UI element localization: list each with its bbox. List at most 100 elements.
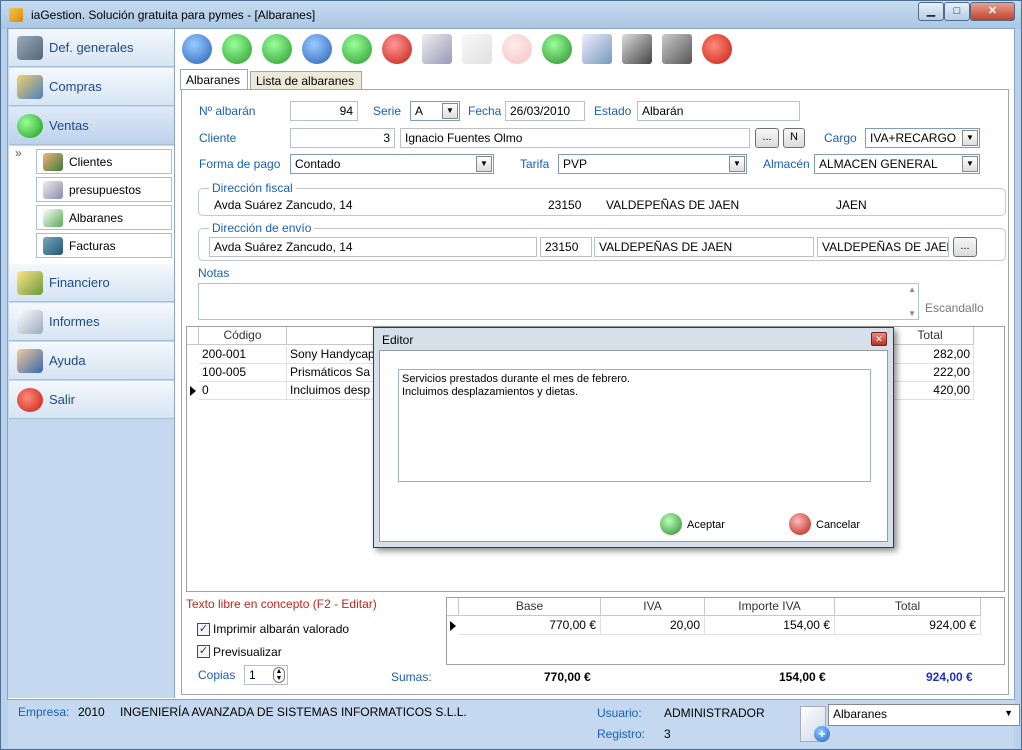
serie-select[interactable]: A ▼: [410, 101, 460, 121]
cancel-record-icon[interactable]: [502, 34, 532, 64]
first-record-icon[interactable]: [182, 34, 212, 64]
grid-header-codigo[interactable]: Código: [199, 327, 287, 345]
envio-lookup-button[interactable]: ...: [953, 237, 977, 257]
previous-record-icon[interactable]: [222, 34, 252, 64]
grid-cell-total[interactable]: 222,00: [887, 364, 974, 382]
filter-icon[interactable]: [622, 34, 652, 64]
grid-cell-code[interactable]: 100-005: [199, 364, 287, 382]
copias-stepper[interactable]: 1 ▲ ▼: [244, 665, 288, 685]
envio-province-field[interactable]: VALDEPEÑAS DE JAEN: [817, 237, 949, 257]
sidebar-item-label: Ayuda: [49, 353, 86, 368]
next-record-icon[interactable]: [262, 34, 292, 64]
delivery-note-icon: [43, 209, 63, 227]
cancelar-label: Cancelar: [816, 519, 861, 531]
green-ball-icon: [17, 114, 43, 138]
sidebar-subitem-facturas[interactable]: Facturas: [36, 233, 172, 258]
totals-header-iva: IVA: [601, 598, 705, 616]
envio-city-field[interactable]: VALDEPEÑAS DE JAEN: [594, 237, 814, 257]
estado-field[interactable]: Albarán: [637, 101, 800, 121]
search-icon[interactable]: [582, 34, 612, 64]
sidebar-item-ventas[interactable]: Ventas: [9, 107, 174, 145]
new-cliente-button[interactable]: N: [783, 128, 805, 148]
notas-field[interactable]: ▲ ▼: [198, 283, 919, 320]
grid-header-descripcion[interactable]: [287, 327, 377, 345]
chevron-down-icon[interactable]: ▼: [729, 156, 745, 172]
module-select[interactable]: Albaranes ▼: [828, 704, 1020, 726]
cliente-code-field[interactable]: 3: [290, 128, 395, 148]
grid-header-total[interactable]: Total: [887, 327, 974, 345]
grid-cell-total[interactable]: 282,00: [887, 346, 974, 364]
save-record-icon[interactable]: [462, 34, 492, 64]
cliente-lookup-button[interactable]: ...: [755, 128, 779, 148]
cargo-select[interactable]: IVA+RECARGO ▼: [865, 128, 980, 148]
grid-cell-desc[interactable]: Prismáticos Sa: [287, 364, 377, 382]
previsualizar-checkbox[interactable]: ✓: [197, 645, 210, 658]
tab-lista-albaranes[interactable]: Lista de albaranes: [250, 71, 362, 89]
spinner-icon[interactable]: ▲ ▼: [273, 667, 285, 683]
editor-textarea[interactable]: [398, 369, 871, 482]
chevron-down-icon[interactable]: ▼: [962, 130, 978, 146]
aceptar-button[interactable]: Aceptar: [660, 513, 730, 537]
delete-record-icon[interactable]: [382, 34, 412, 64]
sidebar-item-salir[interactable]: Salir: [9, 381, 174, 419]
refresh-icon[interactable]: [542, 34, 572, 64]
minimize-icon[interactable]: ▁: [918, 2, 944, 21]
chevron-down-icon[interactable]: ▼: [962, 156, 978, 172]
close-icon[interactable]: ✕: [871, 332, 887, 346]
chevron-down-icon[interactable]: ▼: [442, 103, 458, 119]
sidebar-item-ayuda[interactable]: Ayuda: [9, 342, 174, 380]
editor-dialog-body: Aceptar Cancelar: [379, 350, 888, 542]
envio-street-field[interactable]: Avda Suárez Zancudo, 14: [209, 237, 537, 257]
totals-cell-iva: 20,00: [601, 617, 705, 635]
cancelar-button[interactable]: Cancelar: [789, 513, 864, 537]
maximize-icon[interactable]: □: [944, 2, 970, 21]
sidebar-item-informes[interactable]: Informes: [9, 303, 174, 341]
power-icon: [17, 388, 43, 412]
grid-corner: [187, 327, 199, 345]
last-record-icon[interactable]: [302, 34, 332, 64]
almacen-select[interactable]: ALMACEN GENERAL ▼: [814, 154, 980, 174]
escandallo-label[interactable]: Escandallo: [925, 301, 984, 315]
forma-pago-select[interactable]: Contado ▼: [290, 154, 494, 174]
scroll-up-icon[interactable]: ▲: [908, 285, 916, 294]
totals-cell-base: 770,00 €: [459, 617, 601, 635]
print-icon[interactable]: [662, 34, 692, 64]
chevron-down-icon[interactable]: ▼: [1004, 708, 1013, 718]
help-icon: [17, 349, 43, 373]
imprimir-valorado-checkbox[interactable]: ✓: [197, 623, 210, 636]
totals-header-base: Base: [459, 598, 601, 616]
scroll-down-icon[interactable]: ▼: [908, 309, 916, 318]
chevron-down-icon[interactable]: ▼: [476, 156, 492, 172]
envio-cp-field[interactable]: 23150: [540, 237, 592, 257]
usuario-label: Usuario:: [597, 706, 642, 720]
collapse-icon[interactable]: »: [15, 146, 22, 160]
title-bar: iaGestion. Solución gratuita para pymes …: [1, 1, 1021, 29]
sidebar-subitem-albaranes[interactable]: Albaranes: [36, 205, 172, 230]
grid-cell-desc[interactable]: Sony Handycap: [287, 346, 377, 364]
grid-cell-total[interactable]: 420,00: [887, 382, 974, 400]
tab-albaranes[interactable]: Albaranes: [180, 69, 248, 90]
sidebar-subitem-presupuestos[interactable]: presupuestos: [36, 177, 172, 202]
add-record-icon[interactable]: [342, 34, 372, 64]
sidebar-subitem-clientes[interactable]: Clientes: [36, 149, 172, 174]
sidebar-item-def-generales[interactable]: Def. generales: [9, 29, 174, 67]
exit-icon[interactable]: [702, 34, 732, 64]
grid-cell-code[interactable]: 0: [199, 382, 287, 400]
sidebar-item-financiero[interactable]: Financiero: [9, 264, 174, 302]
sidebar-item-compras[interactable]: Compras: [9, 68, 174, 106]
fecha-field[interactable]: 26/03/2010: [505, 101, 585, 121]
close-icon[interactable]: ✕: [970, 2, 1015, 21]
edit-record-icon[interactable]: [422, 34, 452, 64]
totals-corner: [447, 598, 459, 616]
num-albaran-field[interactable]: 94: [290, 101, 358, 121]
cargo-label: Cargo: [824, 131, 857, 145]
tarifa-select[interactable]: PVP ▼: [558, 154, 747, 174]
cliente-name-field[interactable]: Ignacio Fuentes Olmo: [400, 128, 750, 148]
num-albaran-label: Nº albarán: [199, 104, 256, 118]
fiscal-city: VALDEPEÑAS DE JAEN: [606, 198, 740, 212]
grid-cell-code[interactable]: 200-001: [199, 346, 287, 364]
add-icon[interactable]: +: [814, 726, 830, 742]
sidebar-item-label: Salir: [49, 392, 76, 407]
grid-cell-desc[interactable]: Incluimos desp: [287, 382, 377, 400]
direccion-envio-title: Dirección de envío: [209, 221, 315, 235]
